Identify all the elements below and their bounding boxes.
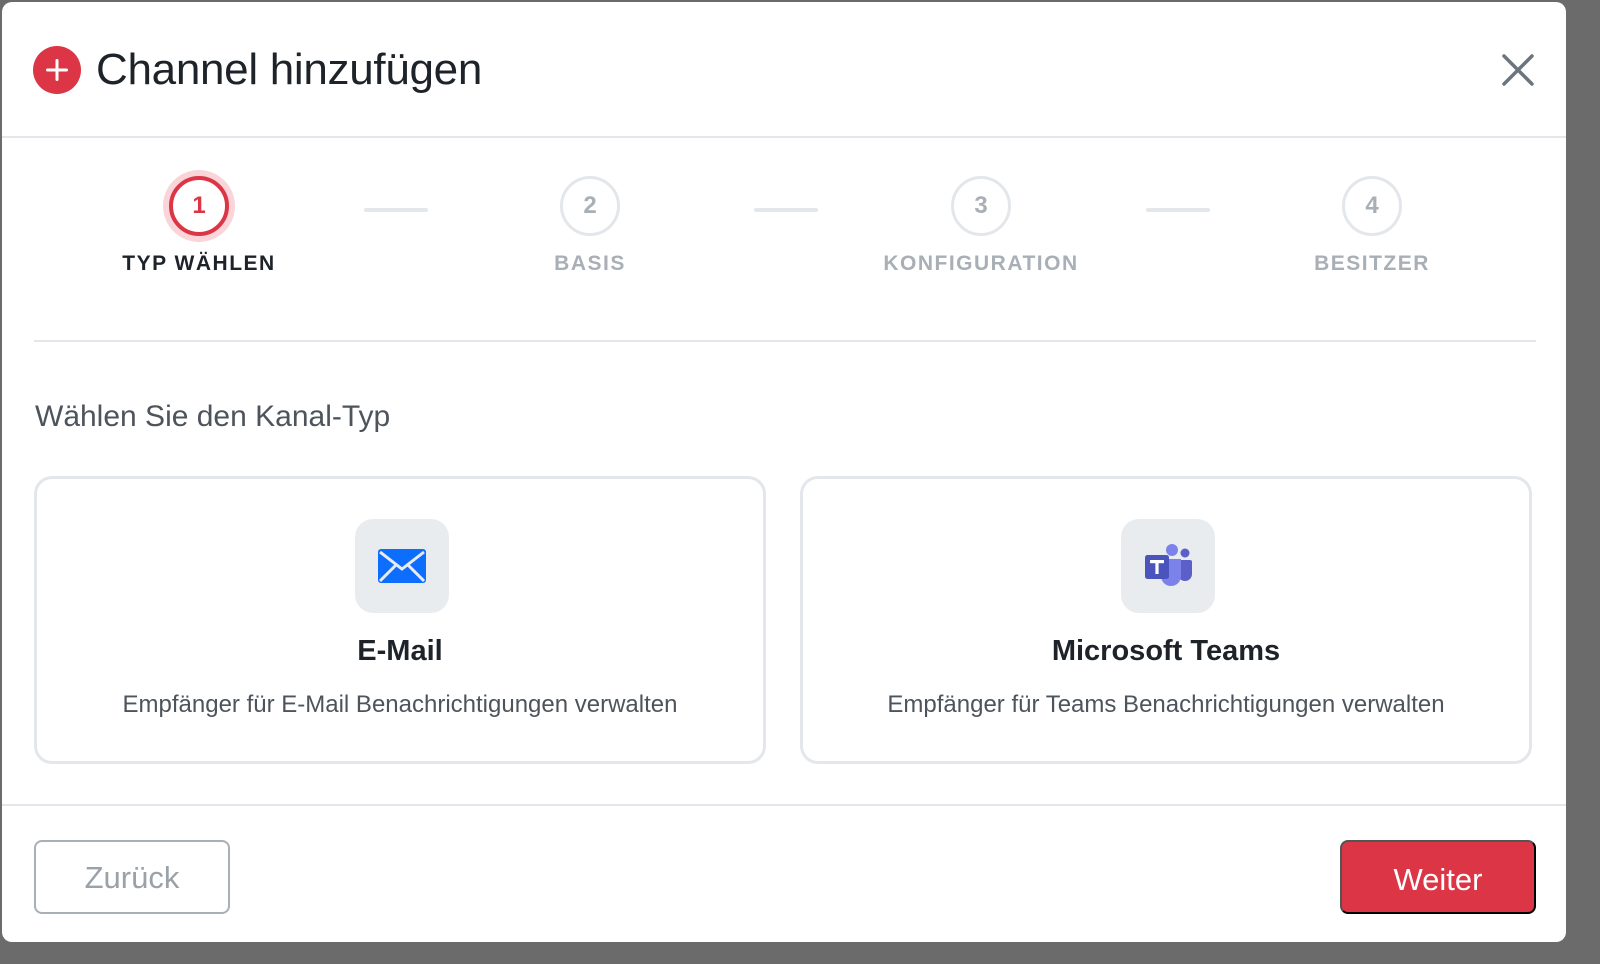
step-connector xyxy=(754,208,818,212)
channel-type-prompt: Wählen Sie den Kanal-Typ xyxy=(35,400,391,433)
card-icon-tile xyxy=(1121,519,1215,613)
step-konfiguration: 3 KONFIGURATION xyxy=(851,176,1111,276)
step-basis: 2 BASIS xyxy=(460,176,720,276)
card-title: Microsoft Teams xyxy=(1051,635,1281,667)
step-number: 1 xyxy=(169,176,229,236)
card-title: E-Mail xyxy=(357,635,443,667)
plus-circle-icon xyxy=(33,46,81,94)
dialog-footer: Zurück Weiter xyxy=(2,804,1566,942)
card-icon-tile xyxy=(355,519,449,613)
step-besitzer: 4 BESITZER xyxy=(1242,176,1502,276)
teams-channel-card[interactable]: Microsoft Teams Empfänger für Teams Bena… xyxy=(800,476,1532,764)
dialog-header: Channel hinzufügen xyxy=(2,2,1566,138)
email-channel-card[interactable]: E-Mail Empfänger für E-Mail Benachrichti… xyxy=(34,476,766,764)
card-description: Empfänger für E-Mail Benachrichtigungen … xyxy=(122,691,678,718)
step-label: KONFIGURATION xyxy=(883,252,1079,275)
step-connector xyxy=(1146,208,1210,212)
step-connector xyxy=(364,208,428,212)
step-label: TYP WÄHLEN xyxy=(122,252,276,275)
step-number: 3 xyxy=(951,176,1011,236)
card-description: Empfänger für Teams Benachrichtigungen v… xyxy=(887,691,1445,718)
close-icon[interactable] xyxy=(1494,46,1542,94)
microsoft-teams-icon xyxy=(1145,544,1192,586)
envelope-icon xyxy=(378,549,426,583)
add-channel-dialog: Channel hinzufügen 1 TYP WÄHLEN 2 BASIS … xyxy=(2,2,1566,942)
step-typ-waehlen: 1 TYP WÄHLEN xyxy=(69,176,329,276)
step-number: 4 xyxy=(1342,176,1402,236)
back-button[interactable]: Zurück xyxy=(34,840,230,914)
dialog-title: Channel hinzufügen xyxy=(96,45,483,94)
step-number: 2 xyxy=(560,176,620,236)
wizard-stepper: 1 TYP WÄHLEN 2 BASIS 3 KONFIGURATION 4 B… xyxy=(34,138,1536,342)
next-button[interactable]: Weiter xyxy=(1340,840,1536,914)
step-label: BASIS xyxy=(554,252,626,275)
step-label: BESITZER xyxy=(1314,252,1430,275)
